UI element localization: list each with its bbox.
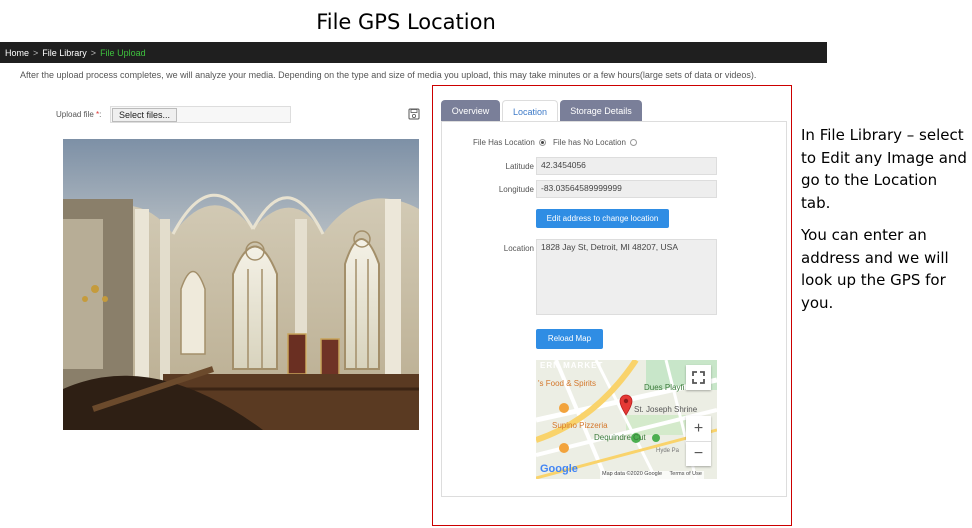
longitude-field[interactable]: -83.03564589999999 [536, 180, 717, 198]
upload-info-text: After the upload process completes, we w… [20, 70, 757, 80]
breadcrumb-file-library[interactable]: File Library [42, 48, 87, 58]
save-icon[interactable] [408, 108, 420, 120]
map-label-st-joseph: St. Joseph Shrine [634, 405, 698, 414]
map-label-supino: Supino Pizzeria [552, 421, 608, 430]
breadcrumb-current: File Upload [100, 47, 146, 58]
map-label-dues-playfield: Dues Playfi [644, 383, 685, 392]
tab-storage-details[interactable]: Storage Details [560, 100, 642, 122]
tab-location[interactable]: Location [502, 100, 558, 122]
breadcrumb-separator: > [90, 47, 97, 58]
map-pin-icon [619, 394, 633, 416]
slide-title: File GPS Location [316, 10, 496, 34]
edit-address-button[interactable]: Edit address to change location [536, 209, 669, 228]
location-textarea[interactable]: 1828 Jay St, Detroit, MI 48207, USA [536, 239, 717, 315]
radio-no-location[interactable]: File has No Location [553, 138, 637, 147]
reload-map-button[interactable]: Reload Map [536, 329, 603, 349]
upload-label-text: Upload file [56, 110, 94, 119]
radio-button-selected[interactable] [538, 139, 546, 146]
select-files-button[interactable]: Select files... [112, 108, 178, 122]
breadcrumb-home[interactable]: Home [5, 48, 29, 58]
fullscreen-button[interactable] [686, 365, 711, 390]
side-note-paragraph-2: You can enter an address and we will loo… [801, 226, 949, 312]
upload-file-label: Upload file *: [56, 110, 101, 119]
latitude-label: Latitude [505, 162, 534, 171]
map-attribution: Map data ©2020 Google Terms of Use [600, 471, 704, 479]
tab-overview[interactable]: Overview [441, 100, 500, 122]
map-label-dequindre: Dequindre Cut [594, 433, 646, 442]
longitude-label: Longitude [498, 185, 534, 194]
radio-button[interactable] [629, 139, 637, 146]
google-logo: Google [540, 463, 578, 475]
terms-of-use-link[interactable]: Terms of Use [670, 471, 702, 477]
radio-has-location[interactable]: File Has Location [473, 138, 546, 147]
map-label-hyde-park: Hyde Pa [656, 448, 680, 454]
location-label: Location [503, 244, 534, 253]
zoom-in-button[interactable]: + [686, 416, 711, 441]
breadcrumb: Home > File Library > File Upload [0, 42, 827, 63]
side-note-paragraph-1: In File Library – select to Edit any Ima… [801, 126, 967, 212]
map-data-text: Map data ©2020 Google [602, 471, 663, 477]
fullscreen-icon [692, 371, 705, 384]
map-label-market: ERN MARKET [540, 361, 604, 370]
radio-no-location-label: File has No Location [553, 138, 626, 147]
location-map[interactable]: ERN MARKET 's Food & Spirits Dues Playfi… [536, 360, 717, 479]
label-colon: : [99, 110, 102, 119]
latitude-field[interactable]: 42.3454056 [536, 157, 717, 175]
zoom-controls: + − [686, 416, 711, 466]
map-label-food-spirits: 's Food & Spirits [538, 379, 596, 388]
church-interior-photo [63, 139, 419, 430]
side-note: In File Library – select to Edit any Ima… [801, 124, 971, 324]
radio-has-location-label: File Has Location [473, 138, 535, 147]
zoom-out-button[interactable]: − [686, 441, 711, 466]
breadcrumb-separator: > [33, 47, 39, 58]
